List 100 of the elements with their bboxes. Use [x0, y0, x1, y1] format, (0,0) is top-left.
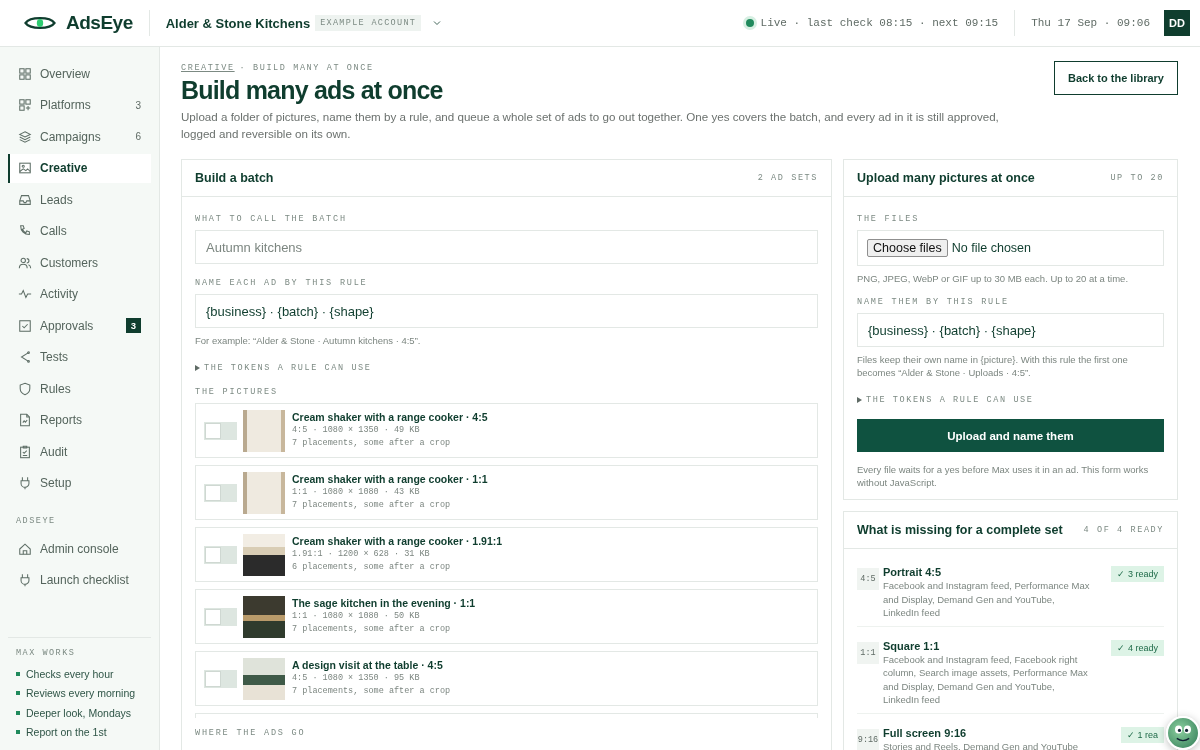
sidebar-item[interactable]: Campaigns 6 — [8, 122, 151, 152]
layers-icon — [18, 129, 32, 144]
tokens-disclosure[interactable]: THE TOKENS A RULE CAN USE — [195, 363, 818, 373]
assistant-avatar-button[interactable] — [1166, 716, 1200, 750]
schedule-note: Report on the 1st — [26, 726, 107, 739]
disclosure-triangle-icon — [857, 397, 862, 403]
sidebar-item[interactable]: Creative — [8, 153, 151, 183]
section-heading: ADSEYE — [16, 516, 57, 526]
field-label: WHAT TO CALL THE BATCH — [195, 214, 348, 224]
card-title: Build a batch — [195, 171, 274, 185]
field-label: NAME EACH AD BY THIS RULE — [195, 278, 369, 288]
schedule-note: Reviews every morning — [26, 687, 136, 700]
account-name: Alder & Stone Kitchens — [165, 15, 311, 31]
card-meta: 4 OF 4 READY — [1083, 525, 1164, 535]
include-toggle[interactable] — [204, 483, 237, 502]
photo-placeholder — [243, 595, 285, 638]
sidebar-item[interactable]: Approvals 3 — [8, 311, 151, 341]
plug-icon — [18, 476, 32, 491]
ratio-code: 1:1 — [857, 641, 879, 664]
file-status: No file chosen — [951, 241, 1031, 255]
include-toggle[interactable] — [204, 669, 237, 688]
shield-icon — [18, 381, 32, 396]
naming-example: For example: “Alder & Stone · Autumn kitchens · 4:5”. — [195, 334, 422, 347]
sidebar-item[interactable]: Audit — [8, 437, 151, 467]
disclosure-triangle-icon — [195, 365, 200, 371]
clipboard-icon — [18, 444, 32, 459]
ready-status: ✓ 3 ready — [1111, 566, 1164, 582]
sidebar-item[interactable]: Admin console — [8, 534, 151, 564]
sidebar-item[interactable]: Launch checklist — [8, 565, 151, 595]
bullet-icon — [16, 671, 20, 676]
picture-title: A design visit at the table · 4:5 — [292, 659, 444, 672]
sidebar-item[interactable]: Rules — [8, 374, 151, 404]
ready-status: ✓ 4 ready — [1111, 639, 1164, 656]
sidebar-item[interactable]: Tests — [8, 342, 151, 372]
photo-placeholder — [243, 409, 285, 452]
ready-status: ✓ 1 rea — [1121, 726, 1164, 743]
sidebar-item[interactable]: Customers — [8, 248, 151, 278]
current-datetime: Thu 17 Sep · 09:06 — [1031, 17, 1150, 29]
picture-specs: 1:1 · 1080 × 1080 · 50 KB — [292, 610, 421, 623]
photo-placeholder — [243, 657, 285, 700]
grid-plus-icon — [18, 98, 32, 113]
branch-icon — [18, 350, 32, 365]
include-toggle[interactable] — [204, 421, 237, 440]
cartoon-face-icon — [1175, 724, 1191, 742]
sidebar-item[interactable]: Overview — [8, 59, 151, 89]
sidebar-item[interactable]: Calls — [8, 216, 151, 246]
include-toggle[interactable] — [204, 607, 237, 626]
account-tag: EXAMPLE ACCOUNT — [315, 15, 422, 31]
choose-files-button[interactable]: Choose files — [867, 239, 948, 257]
item-count: 6 — [135, 131, 141, 143]
inbox-icon — [18, 192, 32, 207]
check-status: Live · last check 08:15 · next 09:15 — [760, 17, 999, 29]
photo-placeholder — [243, 533, 285, 576]
back-button[interactable]: Back to the library — [1054, 61, 1178, 95]
upload-button[interactable]: Upload and name them — [857, 419, 1164, 452]
photo-placeholder — [243, 471, 285, 514]
field-label: NAME THEM BY THIS RULE — [857, 297, 1010, 307]
picture-title: Cream shaker with a range cooker · 1:1 — [292, 473, 488, 486]
include-toggle[interactable] — [204, 545, 237, 564]
sidebar-item[interactable]: Setup — [8, 468, 151, 498]
tokens-disclosure[interactable]: THE TOKENS A RULE CAN USE — [857, 395, 1164, 405]
naming-rule-field[interactable]: {business} · {batch} · {shape} — [857, 313, 1164, 347]
breadcrumb-link[interactable]: CREATIVE — [181, 63, 235, 73]
sidebar-item[interactable]: Platforms 3 — [8, 90, 151, 120]
placement-note: 6 placements, some after a crop — [292, 561, 452, 574]
brand-name: AdsEye — [66, 12, 133, 34]
sidebar-item[interactable]: Leads — [8, 185, 151, 215]
eye-logo-icon — [24, 14, 56, 32]
naming-example: Files keep their own name in {picture}. With this rule the first one becomes “Alder & Stone · Uploads · 4:5”. — [857, 353, 1129, 379]
sidebar-item[interactable]: Activity — [8, 279, 151, 309]
checkbox-icon — [18, 318, 32, 333]
schedule-note: Checks every hour — [26, 667, 114, 680]
image-icon — [18, 161, 32, 176]
people-icon — [18, 255, 32, 270]
picture-title: Cream shaker with a range cooker · 1.91:1 — [292, 535, 503, 548]
card-meta: 2 AD SETS — [757, 173, 818, 183]
page-description: Upload a folder of pictures, name them by a rule, and queue a whole set of ads to go out together. One yes covers the batch, and every ad in it is still approved, logged and reversible on its own. — [181, 109, 1000, 142]
document-icon — [18, 413, 32, 428]
batch-name-field[interactable]: Autumn kitchens — [195, 230, 818, 264]
section-label: THE PICTURES — [195, 387, 279, 397]
bullet-icon — [16, 730, 20, 735]
picture-title: Cream shaker with a range cooker · 4:5 — [292, 411, 488, 424]
house-icon — [18, 541, 32, 556]
bullet-icon — [16, 710, 20, 715]
picture-specs: 1.91:1 · 1200 × 628 · 31 KB — [292, 548, 431, 561]
picture-specs: 4:5 · 1080 × 1350 · 95 KB — [292, 672, 421, 685]
format-title: Square 1:1 — [883, 639, 941, 653]
user-avatar[interactable]: DD — [1164, 10, 1190, 36]
pending-badge: 3 — [125, 318, 141, 334]
placement-list: Stories and Reels, Demand Gen and YouTube — [883, 739, 1091, 750]
ratio-code: 9:16 — [857, 728, 879, 750]
picture-specs: 1:1 · 1080 × 1080 · 43 KB — [292, 486, 421, 499]
sidebar-item[interactable]: Reports — [8, 405, 151, 435]
format-title: Portrait 4:5 — [883, 566, 943, 579]
placement-note: 7 placements, some after a crop — [292, 437, 452, 450]
format-title: Full screen 9:16 — [883, 726, 968, 740]
picture-title: The sage kitchen in the evening · 1:1 — [292, 597, 476, 610]
item-count: 3 — [135, 99, 141, 111]
placement-note: 7 placements, some after a crop — [292, 623, 452, 636]
naming-rule-field[interactable]: {business} · {batch} · {shape} — [195, 294, 818, 328]
